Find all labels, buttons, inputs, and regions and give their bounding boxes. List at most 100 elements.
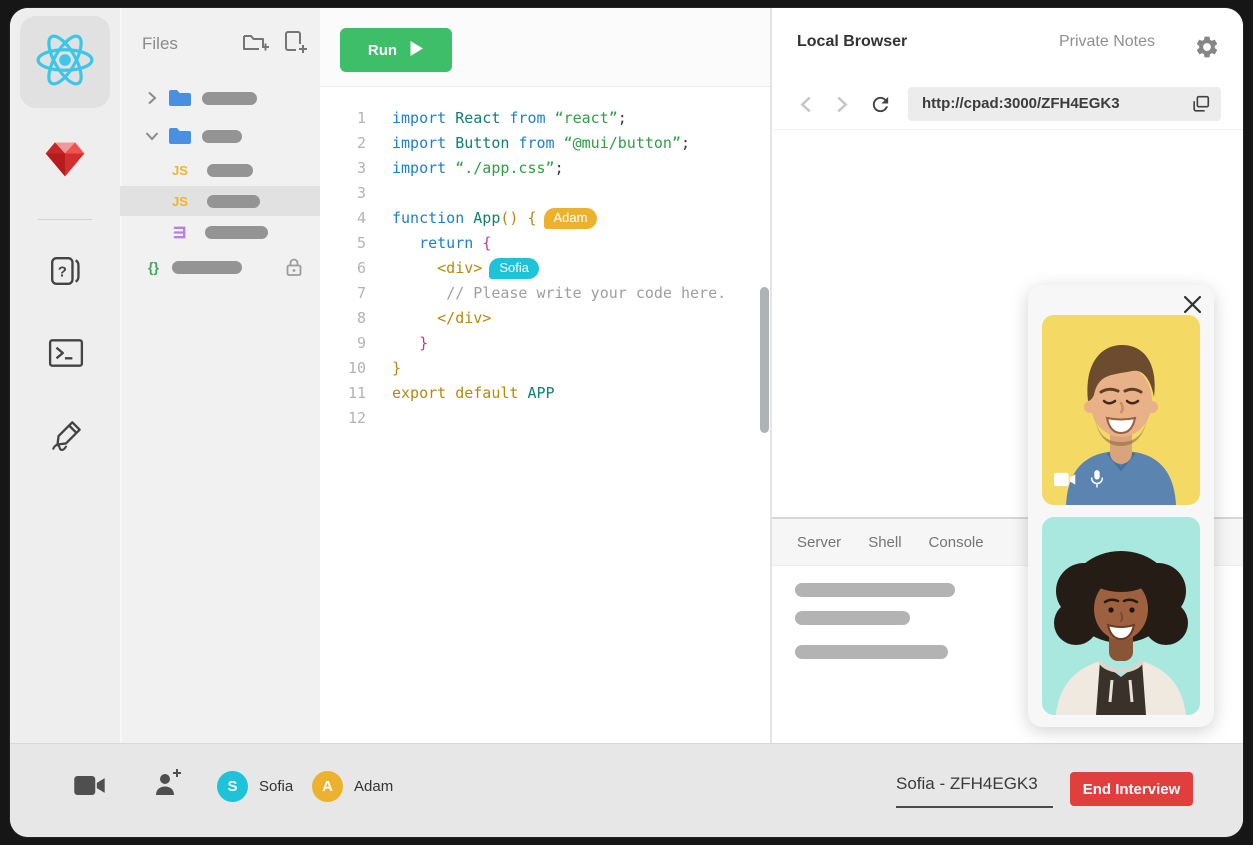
code-token: [546, 109, 555, 127]
code-token: App: [473, 209, 500, 227]
files-panel-title: Files: [142, 34, 178, 54]
code-line: 8 </div>: [320, 306, 770, 331]
code-token: {: [527, 209, 536, 227]
file-tree-row-folder[interactable]: [120, 83, 320, 113]
code-token: [446, 109, 455, 127]
line-number: 9: [320, 331, 392, 356]
open-in-new-window-icon[interactable]: [1191, 94, 1211, 114]
rail-divider: [38, 219, 92, 220]
code-token: ;: [555, 159, 564, 177]
participant-name: Adam: [354, 778, 393, 795]
footer-toolbar: S Sofia A Adam Sofia - ZFH4EGK3 End Inte…: [10, 743, 1243, 837]
terminal-button[interactable]: [48, 340, 84, 370]
tab-shell[interactable]: Shell: [868, 534, 901, 551]
url-bar[interactable]: http://cpad:3000/ZFH4EGK3: [908, 87, 1221, 121]
code-token: APP: [527, 384, 554, 402]
language-react-button[interactable]: [20, 16, 110, 108]
chevron-down-icon: [144, 128, 160, 144]
code-token: [392, 309, 437, 327]
line-number: 12: [320, 406, 392, 431]
code-token: “./app.css”: [455, 159, 554, 177]
end-interview-button[interactable]: End Interview: [1070, 772, 1193, 806]
code-line: 6 <div>Sofia: [320, 256, 770, 281]
tab-console[interactable]: Console: [929, 534, 984, 551]
line-number: 1: [320, 106, 392, 131]
drawing-mode-button[interactable]: [48, 418, 86, 456]
code-line: 10}: [320, 356, 770, 381]
add-participant-button[interactable]: [152, 768, 183, 797]
code-token: “@mui/button”: [564, 134, 681, 152]
line-number: 10: [320, 356, 392, 381]
js-file-icon: JS: [172, 163, 194, 178]
file-tree-row-js-selected[interactable]: JS: [120, 186, 320, 216]
chevron-right-icon: [144, 90, 160, 106]
code-token: “react”: [555, 109, 618, 127]
code-line: 3: [320, 181, 770, 206]
code-token: [446, 159, 455, 177]
files-panel: Files: [120, 8, 320, 744]
code-line: 7 // Please write your code here.: [320, 281, 770, 306]
avatar-adam: A: [312, 771, 343, 802]
code-token: (): [500, 209, 518, 227]
file-tree-row-json-locked[interactable]: {}: [120, 252, 320, 282]
avatar-sofia: S: [217, 771, 248, 802]
code-token: <div>: [437, 259, 482, 277]
file-tree-row-css[interactable]: [120, 217, 320, 247]
app-window: ? Files: [10, 8, 1243, 837]
line-number: 4: [320, 206, 392, 231]
file-tree-row-js[interactable]: JS: [120, 155, 320, 185]
code-token: import: [392, 159, 446, 177]
mic-on-icon[interactable]: [1089, 469, 1105, 495]
code-line: 3import “./app.css”;: [320, 156, 770, 181]
code-editor-panel: Run 1import React from “react”;2import B…: [320, 8, 772, 744]
code-token: import: [392, 134, 446, 152]
code-token: return: [419, 234, 473, 252]
editor-header: Run: [320, 8, 770, 87]
code-token: import: [392, 109, 446, 127]
code-line: 4function App() { Adam: [320, 206, 770, 231]
tab-local-browser[interactable]: Local Browser: [797, 33, 907, 51]
file-tree-row-folder-open[interactable]: [120, 121, 320, 151]
video-call-card: [1028, 285, 1214, 727]
play-icon: [409, 40, 424, 61]
line-number: 2: [320, 131, 392, 156]
json-file-icon: {}: [148, 259, 172, 275]
tab-server[interactable]: Server: [797, 534, 841, 551]
file-name-skeleton: [172, 261, 242, 274]
browser-refresh-button[interactable]: [869, 93, 892, 116]
terminal-icon: [48, 338, 84, 373]
svg-text:?: ?: [58, 263, 67, 280]
code-token: [555, 134, 564, 152]
remote-cursor-adam: Adam: [544, 208, 598, 229]
code-editor[interactable]: 1import React from “react”;2import Butto…: [320, 87, 770, 744]
folder-icon: [168, 89, 192, 107]
end-interview-label: End Interview: [1083, 781, 1181, 798]
console-output-skeleton: [795, 583, 955, 597]
draw-pencil-icon: [48, 416, 86, 459]
code-token: function: [392, 209, 464, 227]
tab-private-notes[interactable]: Private Notes: [1059, 33, 1155, 51]
line-number: 8: [320, 306, 392, 331]
new-file-button[interactable]: [284, 30, 312, 54]
file-name-skeleton: [202, 130, 242, 143]
line-number: 3: [320, 156, 392, 181]
participant-chip-sofia: S Sofia: [217, 771, 293, 802]
run-button[interactable]: Run: [340, 28, 452, 72]
code-lines: 1import React from “react”;2import Butto…: [320, 106, 770, 431]
session-name-input[interactable]: Sofia - ZFH4EGK3: [896, 774, 1053, 808]
code-token: {: [482, 234, 491, 252]
new-folder-button[interactable]: [242, 30, 270, 54]
camera-on-icon[interactable]: [1054, 472, 1076, 492]
settings-gear-icon[interactable]: [1194, 34, 1220, 60]
camera-toggle-button[interactable]: [74, 775, 106, 796]
browser-forward-button[interactable]: [835, 96, 853, 113]
code-token: [392, 234, 419, 252]
editor-scrollbar[interactable]: [760, 287, 769, 433]
help-button[interactable]: ?: [48, 256, 82, 290]
code-token: export default: [392, 384, 518, 402]
language-ruby-button[interactable]: [42, 138, 88, 184]
close-icon[interactable]: [1184, 296, 1201, 313]
console-output-skeleton: [795, 611, 910, 625]
code-token: [392, 284, 446, 302]
browser-back-button[interactable]: [798, 96, 816, 113]
